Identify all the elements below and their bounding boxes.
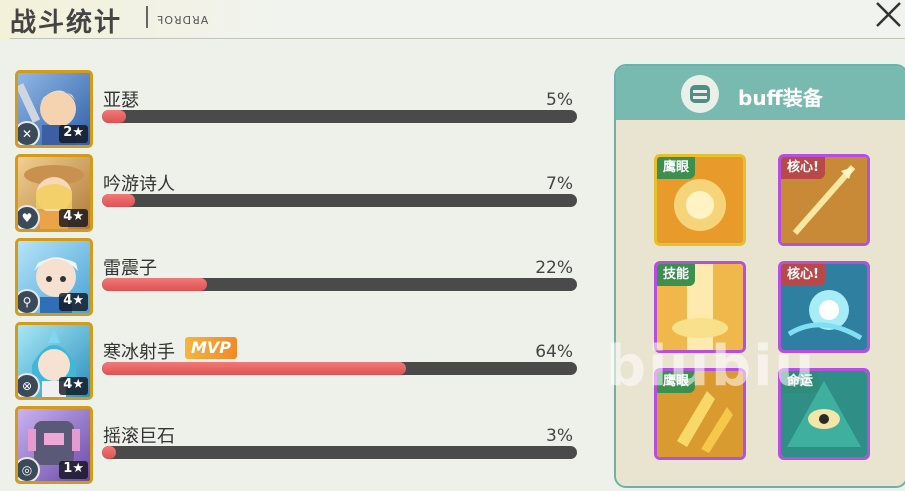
damage-bar [102,446,577,459]
damage-bar [102,362,577,375]
hero-avatar[interactable]: ✕ 2★ [15,70,93,148]
hero-avatar[interactable]: ⚲ 4★ [15,238,93,316]
buff-card[interactable]: 命运 [778,368,870,460]
hero-avatar[interactable]: ⊗ 4★ [15,322,93,400]
sword-icon: ✕ [18,121,40,145]
damage-bar [102,110,577,123]
wand-icon: ⚲ [18,289,40,313]
damage-bar-fill [102,278,207,291]
hero-name: 雷震子 [103,258,157,279]
hero-row: ◎ 1★ 摇滚巨石 3% [15,406,585,484]
title-divider [146,6,148,28]
page-title: 战斗统计 [10,8,123,38]
buff-tag: 技能 [657,264,696,286]
star-badge: 4★ [59,209,88,227]
buff-tag: 核心! [781,264,825,286]
buff-panel-title: buff装备 [738,86,823,110]
target-icon: ◎ [18,457,40,481]
damage-percent: 7% [546,174,573,194]
hero-name: 亚瑟 [103,90,139,111]
hero-name: 吟游诗人 [103,174,175,195]
close-button[interactable] [872,0,904,30]
buff-tag: 核心! [781,157,825,179]
buff-tag: 鹰眼 [657,371,696,393]
buff-tag: 命运 [781,371,820,393]
damage-bar [102,194,577,207]
mvp-badge: MVP [185,337,238,359]
buff-card[interactable]: 鹰眼 [654,368,746,460]
star-badge: 2★ [59,125,88,143]
buff-card[interactable]: 核心! [778,261,870,353]
damage-percent: 3% [546,426,573,446]
heart-icon: ♥ [18,205,40,229]
buff-card[interactable]: 核心! [778,154,870,246]
header-bar: 战斗统计 ꟻOꓤꓷꓤA [0,0,905,40]
header-divider [10,38,905,39]
damage-bar [102,278,577,291]
star-badge: 4★ [59,293,88,311]
close-icon [876,2,901,27]
damage-percent: 5% [546,90,573,110]
hero-row: ✕ 2★ 亚瑟 5% [15,70,585,148]
damage-bar-fill [102,362,406,375]
damage-percent: 64% [535,342,573,362]
hero-row: ⚲ 4★ 雷震子 22% [15,238,585,316]
buff-panel: buff装备 鹰眼 核心! 技能 核心! 鹰眼 命运 [614,64,905,488]
star-badge: 4★ [59,377,88,395]
page-subtitle: ꟻOꓤꓷꓤA [157,14,210,27]
hero-avatar[interactable]: ◎ 1★ [15,406,93,484]
buff-card[interactable]: 技能 [654,261,746,353]
damage-bar-fill [102,446,117,459]
damage-percent: 22% [535,258,573,278]
crosshair-icon: ⊗ [18,373,40,397]
hero-avatar[interactable]: ♥ 4★ [15,154,93,232]
hero-row: ⊗ 4★ 寒冰射手 MVP 64% [15,322,585,400]
hero-name: 寒冰射手 [103,342,175,363]
hero-name: 摇滚巨石 [103,426,175,447]
damage-bar-fill [102,194,136,207]
hero-row: ♥ 4★ 吟游诗人 7% [15,154,585,232]
buff-card[interactable]: 鹰眼 [654,154,746,246]
buff-panel-header: buff装备 [616,66,905,120]
damage-bar-fill [102,110,126,123]
buff-tag: 鹰眼 [657,157,696,179]
armor-icon [681,75,719,113]
star-badge: 1★ [59,461,88,479]
